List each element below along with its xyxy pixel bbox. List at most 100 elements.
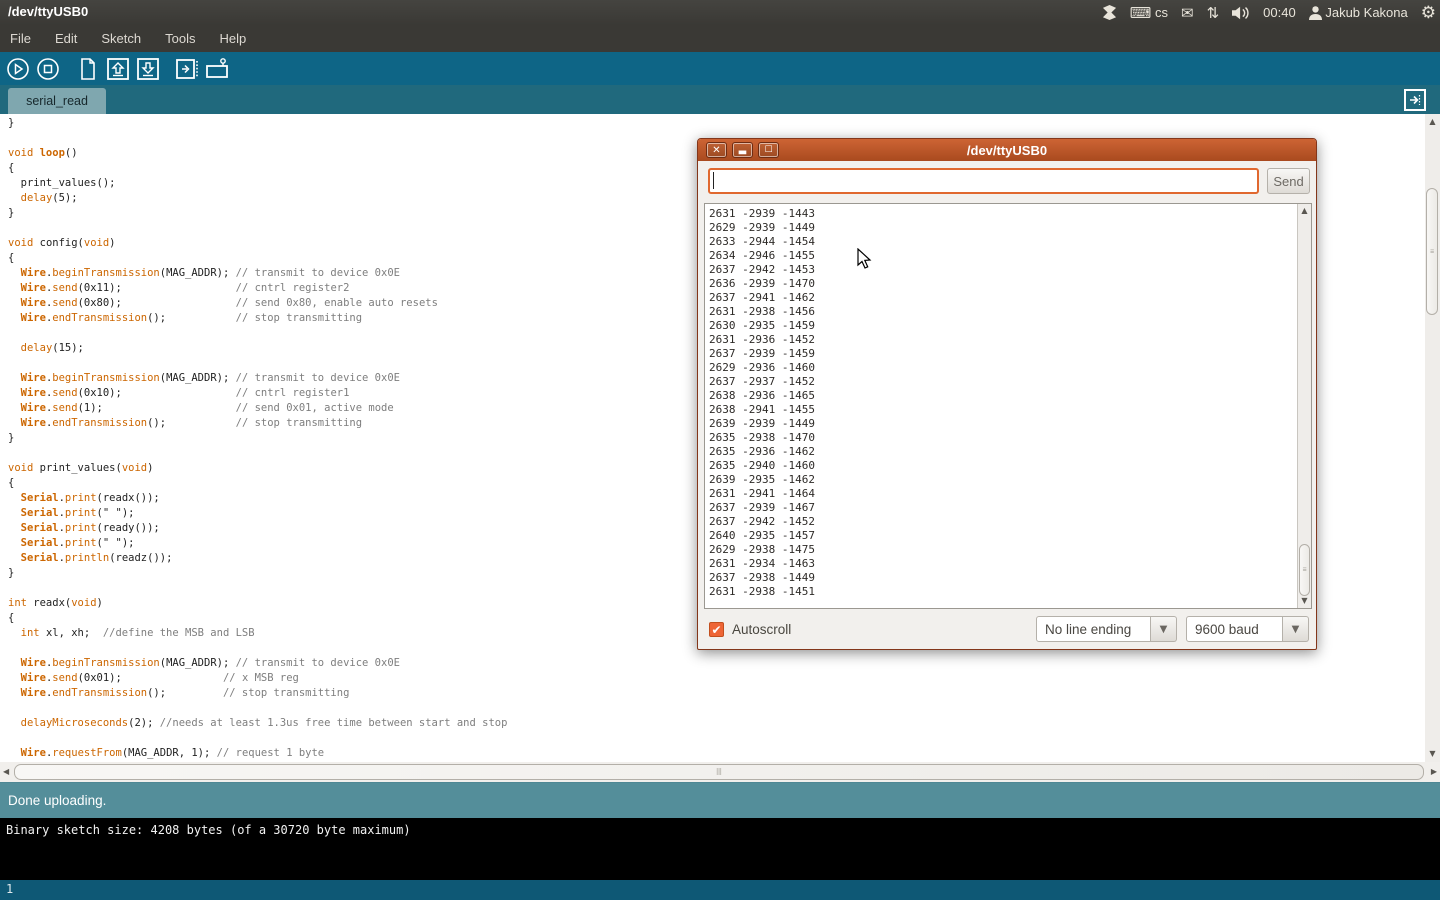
- minimize-icon: ▬: [738, 147, 747, 158]
- new-button[interactable]: [75, 56, 101, 82]
- tab-label: serial_read: [26, 94, 88, 108]
- verify-icon: [6, 57, 30, 81]
- mail-icon[interactable]: ✉: [1181, 4, 1194, 22]
- serial-line: 2636 -2939 -1470: [709, 277, 815, 291]
- serial-line: 2637 -2937 -1452: [709, 375, 815, 389]
- window-minimize-button[interactable]: ▬: [732, 142, 753, 158]
- clock[interactable]: 00:40: [1263, 5, 1296, 20]
- editor-hscrollbar[interactable]: ◀ ||| ▶: [0, 762, 1440, 783]
- chevron-down-icon: ▼: [1292, 624, 1300, 635]
- serial-output-area[interactable]: 2631 -2939 -14432629 -2939 -14492633 -29…: [704, 203, 1312, 609]
- serial-line: 2629 -2938 -1475: [709, 543, 815, 557]
- verify-button[interactable]: [5, 56, 31, 82]
- editor-vscrollbar[interactable]: ▲ ≡ ▼: [1425, 114, 1440, 762]
- editor-vscroll-thumb[interactable]: ≡: [1426, 188, 1438, 315]
- close-icon: ✕: [712, 145, 720, 156]
- scroll-down-icon[interactable]: ▼: [1298, 597, 1311, 605]
- serial-vscrollbar[interactable]: ▲ ≡ ▼: [1297, 204, 1311, 608]
- upload-button[interactable]: [175, 56, 201, 82]
- serial-monitor-title: /dev/ttyUSB0: [698, 143, 1316, 158]
- line-ending-select[interactable]: No line ending: [1036, 616, 1151, 642]
- serial-line: 2631 -2934 -1463: [709, 557, 815, 571]
- new-icon: [76, 57, 100, 81]
- new-tab-button[interactable]: [1404, 89, 1426, 111]
- indicator-icon[interactable]: [1102, 5, 1117, 20]
- send-button[interactable]: Send: [1267, 168, 1310, 194]
- code-line: Wire.beginTransmission(MAG_ADDR); // tra…: [8, 656, 1425, 671]
- serial-send-input[interactable]: [708, 168, 1259, 194]
- open-icon: [106, 57, 130, 81]
- autoscroll-label: Autoscroll: [732, 622, 791, 637]
- menu-help[interactable]: Help: [219, 31, 246, 46]
- window-maximize-button[interactable]: ☐: [758, 142, 779, 158]
- serial-line: 2637 -2942 -1453: [709, 263, 815, 277]
- serial-line: 2634 -2946 -1455: [709, 249, 815, 263]
- upload-icon: [176, 57, 200, 81]
- baud-rate-select[interactable]: 9600 baud: [1186, 616, 1283, 642]
- code-line: delayMicroseconds(2); //needs at least 1…: [8, 716, 1425, 731]
- scroll-up-icon[interactable]: ▲: [1298, 207, 1311, 215]
- serial-monitor-titlebar[interactable]: ✕ ▬ ☐ /dev/ttyUSB0: [698, 139, 1316, 161]
- mouse-cursor: [857, 248, 873, 275]
- code-line: [8, 701, 1425, 716]
- ide-toolbar: [0, 52, 1440, 85]
- serial-line: 2633 -2944 -1454: [709, 235, 815, 249]
- status-message: Done uploading.: [8, 793, 106, 808]
- scroll-down-icon[interactable]: ▼: [1425, 750, 1440, 758]
- current-line-number: 1: [6, 882, 13, 896]
- menu-tools[interactable]: Tools: [165, 31, 195, 46]
- menu-file[interactable]: File: [10, 31, 31, 46]
- chevron-down-icon: ▼: [1160, 624, 1168, 635]
- window-close-button[interactable]: ✕: [706, 142, 727, 158]
- stop-button[interactable]: [35, 56, 61, 82]
- tab-bar: serial_read: [0, 85, 1440, 114]
- serial-line: 2638 -2941 -1455: [709, 403, 815, 417]
- code-line: [8, 731, 1425, 746]
- top-panel: /dev/ttyUSB0 ⌨ cs ✉ ⇅ 00:40 Jakub Kakona…: [0, 0, 1440, 25]
- scroll-up-icon[interactable]: ▲: [1425, 118, 1440, 126]
- line-ending-value: No line ending: [1045, 622, 1131, 637]
- user-menu[interactable]: Jakub Kakona: [1309, 5, 1408, 20]
- baud-dropdown-button[interactable]: ▼: [1283, 616, 1309, 642]
- username-label: Jakub Kakona: [1325, 5, 1407, 20]
- scroll-left-icon[interactable]: ◀: [3, 768, 9, 776]
- serial-line: 2629 -2936 -1460: [709, 361, 815, 375]
- line-ending-dropdown-button[interactable]: ▼: [1151, 616, 1177, 642]
- menu-edit[interactable]: Edit: [55, 31, 77, 46]
- serial-monitor-button[interactable]: [205, 56, 231, 82]
- serial-line: 2629 -2939 -1449: [709, 221, 815, 235]
- autoscroll-checkbox[interactable]: ✔: [709, 622, 724, 637]
- serial-output-lines: 2631 -2939 -14432629 -2939 -14492633 -29…: [709, 207, 815, 599]
- serial-line: 2635 -2940 -1460: [709, 459, 815, 473]
- build-console: Binary sketch size: 4208 bytes (of a 307…: [0, 818, 1440, 880]
- system-tray: ⌨ cs ✉ ⇅ 00:40 Jakub Kakona ⚙: [1102, 0, 1436, 25]
- keyboard-layout-label: cs: [1155, 5, 1168, 20]
- serial-monitor-icon: [205, 57, 231, 81]
- serial-line: 2631 -2939 -1443: [709, 207, 815, 221]
- stop-icon: [36, 57, 60, 81]
- serial-line: 2637 -2939 -1467: [709, 501, 815, 515]
- serial-line: 2640 -2935 -1457: [709, 529, 815, 543]
- check-icon: ✔: [711, 623, 721, 637]
- keyboard-layout-indicator[interactable]: ⌨ cs: [1130, 4, 1168, 22]
- serial-vscroll-thumb[interactable]: ≡: [1299, 544, 1310, 596]
- maximize-icon: ☐: [764, 145, 772, 155]
- serial-line: 2631 -2941 -1464: [709, 487, 815, 501]
- serial-line: 2639 -2935 -1462: [709, 473, 815, 487]
- code-line: }: [8, 116, 1425, 131]
- serial-line: 2638 -2936 -1465: [709, 389, 815, 403]
- network-arrows-icon[interactable]: ⇅: [1207, 4, 1220, 22]
- tab-serial-read[interactable]: serial_read: [8, 88, 106, 114]
- active-window-title: /dev/ttyUSB0: [8, 4, 88, 19]
- volume-icon[interactable]: [1232, 6, 1250, 20]
- save-button[interactable]: [135, 56, 161, 82]
- scroll-right-icon[interactable]: ▶: [1431, 768, 1437, 776]
- open-button[interactable]: [105, 56, 131, 82]
- power-gear-icon[interactable]: ⚙: [1421, 3, 1436, 23]
- menu-sketch[interactable]: Sketch: [101, 31, 141, 46]
- editor-hscroll-thumb[interactable]: |||: [14, 764, 1424, 780]
- serial-line: 2639 -2939 -1449: [709, 417, 815, 431]
- serial-line: 2637 -2939 -1459: [709, 347, 815, 361]
- serial-line: 2631 -2938 -1451: [709, 585, 815, 599]
- serial-line: 2630 -2935 -1459: [709, 319, 815, 333]
